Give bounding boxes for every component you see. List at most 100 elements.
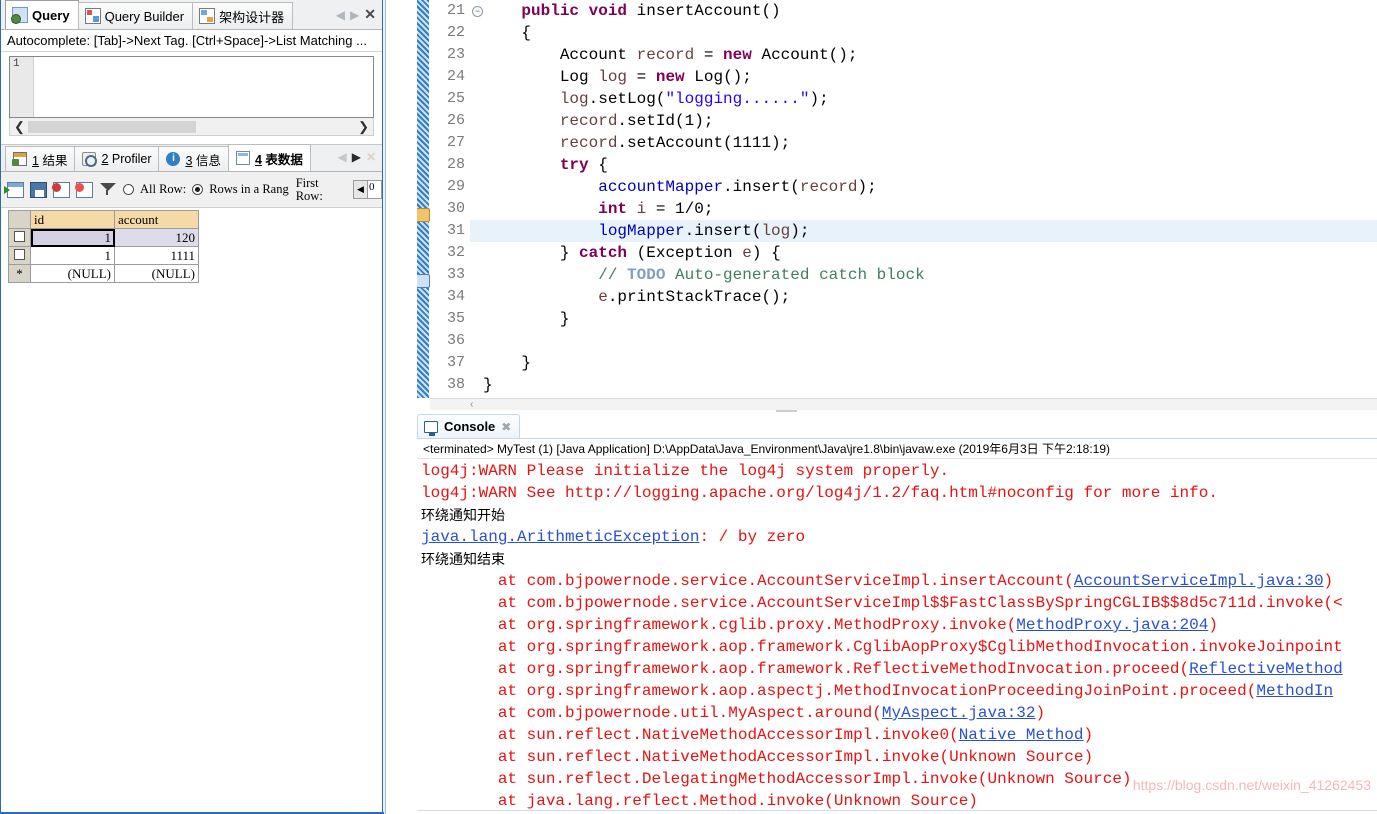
console-link[interactable]: MyAspect.java:32	[882, 704, 1036, 722]
code-line[interactable]: log.setLog("logging......");	[483, 88, 1377, 110]
filter-icon[interactable]	[99, 182, 117, 198]
code-line[interactable]: record.setAccount(1111);	[483, 132, 1377, 154]
warning-marker-icon[interactable]	[417, 208, 430, 222]
code-token: }	[483, 244, 580, 262]
code-line[interactable]: int i = 1/0;	[483, 198, 1377, 220]
code-line[interactable]: {	[483, 22, 1377, 44]
tab-console[interactable]: Console ✖	[417, 414, 521, 438]
code-line[interactable]: }	[483, 374, 1377, 396]
add-row-icon[interactable]	[4, 181, 24, 198]
code-token: Log	[483, 68, 599, 86]
code-token: = 1/0;	[646, 200, 714, 218]
cell-account[interactable]: (NULL)	[114, 264, 199, 283]
result-chevron-left-icon[interactable]: ◀	[337, 150, 346, 164]
console-output[interactable]: log4j:WARN Please initialize the log4j s…	[417, 459, 1377, 811]
delete-row-icon[interactable]	[52, 181, 70, 198]
console-link[interactable]: AccountServiceImpl.java:30	[1074, 572, 1324, 590]
query-builder-icon	[84, 8, 101, 24]
code-token: Account	[483, 46, 637, 64]
code-token: log	[761, 222, 791, 240]
code-line[interactable]: record.setId(1);	[483, 110, 1377, 132]
code-line[interactable]: } catch (Exception e) {	[483, 242, 1377, 264]
all-rows-radio[interactable]	[123, 184, 134, 195]
sql-scroll-thumb[interactable]	[28, 121, 196, 133]
fold-collapse-icon[interactable]: −	[472, 6, 483, 17]
row-checkbox[interactable]	[14, 230, 25, 242]
query-tabstrip: Query Query Builder 架构设计器 ◀ ▶ ✕	[1, 0, 382, 30]
cell-id[interactable]: 1	[30, 228, 115, 247]
result-chevron-right-icon[interactable]: ▶	[352, 150, 361, 164]
result-tab-info-number: 3	[185, 153, 193, 168]
scroll-right-icon[interactable]: ❯	[354, 119, 373, 135]
stepper-left-icon[interactable]: ◀	[353, 180, 368, 199]
sql-editor-textarea[interactable]	[35, 57, 373, 117]
code-line[interactable]: Log log = new Log();	[483, 66, 1377, 88]
console-link[interactable]: MethodIn	[1256, 682, 1333, 700]
line-number: 23	[446, 46, 465, 63]
cell-account[interactable]: 120	[114, 228, 199, 247]
first-row-stepper[interactable]: ◀ 0	[353, 180, 382, 199]
code-token: .setId(1);	[617, 112, 714, 130]
console-text: : / by zero	[699, 528, 806, 546]
tab-query-builder[interactable]: Query Builder	[77, 2, 194, 29]
code-line[interactable]: logMapper.insert(log);	[483, 220, 1377, 242]
editor-gutter-markers	[417, 0, 430, 398]
cell-id[interactable]: (NULL)	[30, 264, 115, 283]
code-line[interactable]: // TODO Auto-generated catch block	[483, 264, 1377, 286]
todo-marker-icon[interactable]	[417, 274, 430, 288]
chevron-left-icon[interactable]: ◀	[336, 8, 345, 22]
console-link[interactable]: MethodProxy.java:204	[1016, 616, 1208, 634]
code-line[interactable]: e.printStackTrace();	[483, 286, 1377, 308]
code-line[interactable]: try {	[483, 154, 1377, 176]
line-number: 24	[446, 68, 465, 85]
cell-id[interactable]: 1	[30, 246, 115, 265]
tab-schema-designer[interactable]: 架构设计器	[192, 2, 294, 29]
row-selector[interactable]	[8, 246, 31, 265]
scroll-left-icon[interactable]: ❮	[10, 119, 29, 135]
code-line[interactable]	[483, 330, 1377, 352]
editor-horizontal-scrollbar[interactable]: ‹	[430, 398, 1377, 410]
application-window: Query Query Builder 架构设计器 ◀ ▶ ✕ Autocomp…	[0, 0, 1377, 814]
code-line[interactable]: }	[483, 308, 1377, 330]
save-changes-icon[interactable]	[30, 181, 47, 198]
code-token: //	[598, 266, 628, 284]
result-tab-results[interactable]: 1 结果	[5, 146, 76, 171]
code-editor[interactable]: 21 22 23 24 25 26 27 28 29 30 31 32 33 34 35 36 37 38 pub…	[417, 0, 1377, 410]
first-row-value[interactable]: 0	[368, 180, 382, 199]
result-tab-info[interactable]: i 3 信息	[158, 146, 229, 171]
console-link[interactable]: java.lang.ArithmeticException	[421, 528, 699, 546]
result-tab-table-data-number: 4	[254, 152, 262, 167]
code-line[interactable]: Account record = new Account();	[483, 44, 1377, 66]
delete-all-rows-icon[interactable]	[75, 181, 93, 198]
result-close-icon[interactable]: ✕	[366, 150, 376, 164]
code-content[interactable]: public void insertAccount() { Account re…	[483, 0, 1377, 396]
column-header-id[interactable]: id	[30, 210, 115, 229]
chevron-right-icon[interactable]: ▶	[350, 8, 359, 22]
console-link[interactable]: Native Method	[959, 726, 1084, 744]
code-line[interactable]: }	[483, 352, 1377, 374]
sql-editor-hscrollbar[interactable]: ❮ ❯	[9, 118, 374, 136]
table-row[interactable]: 1 1111	[8, 246, 199, 265]
console-close-icon[interactable]: ✖	[501, 420, 511, 434]
row-checkbox[interactable]	[14, 248, 25, 260]
sql-editor[interactable]: 1	[9, 56, 374, 118]
column-header-account[interactable]: account	[114, 210, 199, 229]
code-line[interactable]: public void insertAccount()	[483, 0, 1377, 22]
code-line[interactable]: accountMapper.insert(record);	[483, 176, 1377, 198]
console-line: 环绕通知开始	[421, 504, 1377, 526]
editor-scroll-left-icon[interactable]: ‹	[470, 399, 473, 410]
data-grid[interactable]: id account 1 120 1 1111 * (NULL) (NULL)	[8, 210, 199, 283]
cell-account[interactable]: 1111	[114, 246, 199, 265]
table-row[interactable]: 1 120	[8, 228, 199, 247]
rows-in-range-radio[interactable]	[192, 184, 204, 195]
table-row-new[interactable]: * (NULL) (NULL)	[8, 264, 199, 283]
console-link[interactable]: ReflectiveMethod	[1189, 660, 1343, 678]
row-selector[interactable]	[8, 228, 31, 247]
tab-query[interactable]: Query	[5, 0, 79, 29]
result-tab-table-data[interactable]: 4 表数据	[227, 144, 311, 171]
code-token: Auto-generated catch block	[665, 266, 925, 284]
console-tabstrip: Console ✖	[417, 412, 1377, 438]
result-tab-profiler[interactable]: 2 Profiler	[74, 146, 160, 171]
close-icon[interactable]: ✕	[364, 6, 376, 23]
